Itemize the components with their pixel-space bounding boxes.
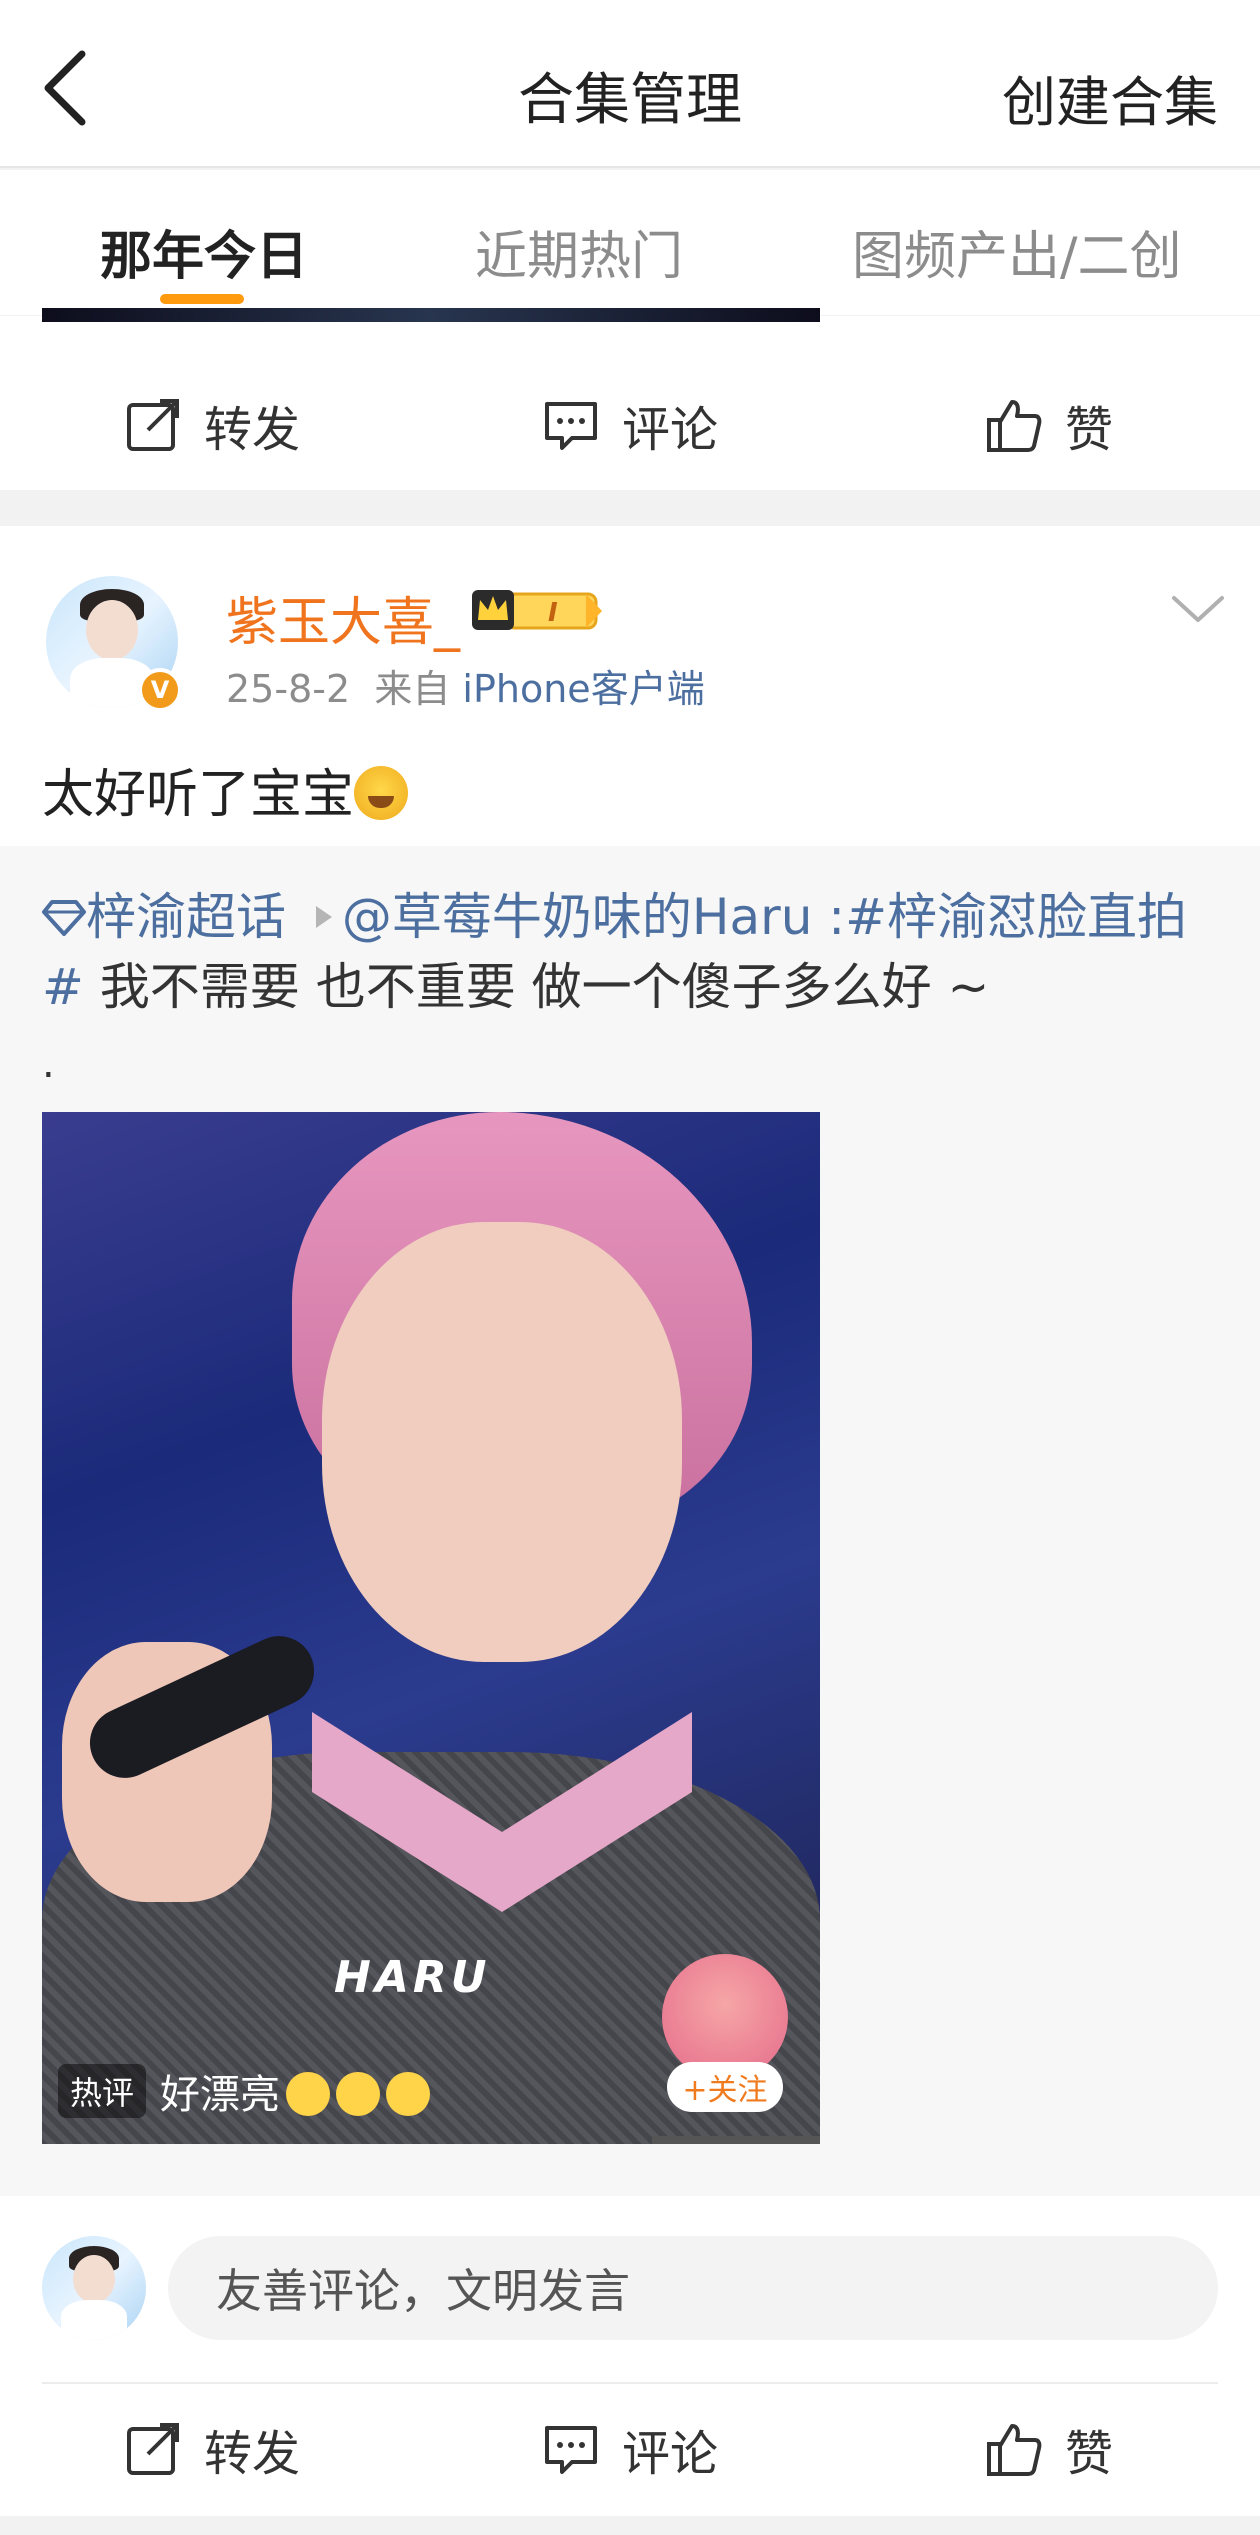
trailing-dot: .	[42, 1041, 55, 1087]
comment-button[interactable]: 评论	[542, 2384, 718, 2514]
video-thumbnail[interactable]: HARU +关注 热评 好漂亮	[42, 1112, 820, 2144]
previous-post-image-edge	[42, 308, 820, 322]
follow-button[interactable]: +关注	[667, 2062, 783, 2112]
share-icon	[127, 399, 179, 451]
author-name[interactable]: 紫玉大喜_	[226, 580, 460, 655]
play-triangle-icon	[315, 906, 332, 928]
post-body: 太好听了宝宝	[42, 752, 409, 827]
repost-label: 转发	[204, 2426, 301, 2482]
action-bar: 转发 评论 赞	[0, 360, 1260, 490]
source-prefix: 来自	[374, 667, 451, 711]
share-icon	[127, 2423, 179, 2475]
like-button[interactable]: 赞	[985, 360, 1113, 490]
video-progress-bar	[652, 2136, 820, 2144]
emoji-icon	[286, 2072, 331, 2116]
repost-button[interactable]: 转发	[124, 2384, 300, 2514]
repost-body: 我不需要 也不重要 做一个傻子多么好 ~	[83, 958, 990, 1016]
comment-row: 友善评论，文明发言	[0, 2196, 1260, 2382]
tab-that-day[interactable]: 那年今日	[100, 214, 308, 289]
photo-face	[322, 1222, 682, 1662]
comment-icon	[545, 2426, 597, 2474]
chevron-down-icon[interactable]	[1168, 590, 1228, 630]
tab-recent-hot[interactable]: 近期热门	[475, 214, 683, 289]
supertopic-link[interactable]: 梓渝超话	[86, 888, 286, 946]
emoji-icon	[386, 2072, 431, 2116]
mention-link[interactable]: @草莓牛奶味的Haru	[342, 888, 812, 946]
post-meta: 25-8-2 来自 iPhone客户端	[226, 658, 705, 713]
level-badge-text: I	[548, 598, 558, 628]
hot-comment-tag: 热评	[58, 2064, 147, 2118]
video-logo-text: HARU	[334, 1952, 491, 2003]
comment-input[interactable]: 友善评论，文明发言	[168, 2236, 1218, 2340]
comment-label: 评论	[622, 402, 719, 458]
like-button[interactable]: 赞	[985, 2384, 1113, 2514]
member-crown-badge-icon: I	[472, 590, 602, 630]
thumbs-up-icon	[987, 400, 1042, 452]
supertopic-diamond-icon	[42, 900, 86, 936]
post-action-bar: 转发 评论 赞	[0, 2384, 1260, 2514]
repost-label: 转发	[204, 402, 301, 458]
tab-bar: 那年今日 近期热门 图频产出/二创	[0, 170, 1260, 315]
tab-creations[interactable]: 图频产出/二创	[852, 214, 1182, 289]
emoji-icon	[336, 2072, 381, 2116]
repost-text: 梓渝超话 @草莓牛奶味的Haru :#梓渝怼脸直拍# 我不需要 也不重要 做一个…	[42, 882, 1222, 1022]
hot-comment-text: 好漂亮	[160, 2062, 431, 2120]
thumbs-up-icon	[987, 2424, 1042, 2476]
active-tab-indicator	[160, 294, 244, 304]
top-bar: 合集管理 创建合集	[0, 0, 1260, 168]
like-label: 赞	[1065, 2426, 1114, 2482]
post-source[interactable]: iPhone客户端	[462, 667, 704, 711]
post-text: 太好听了宝宝	[42, 765, 355, 825]
hot-comment: 热评 好漂亮	[58, 2062, 431, 2120]
reposted-content[interactable]: 梓渝超话 @草莓牛奶味的Haru :#梓渝怼脸直拍# 我不需要 也不重要 做一个…	[0, 846, 1260, 2196]
my-avatar	[42, 2236, 146, 2340]
comment-icon	[545, 402, 597, 450]
post-date: 25-8-2	[226, 667, 351, 711]
repost-button[interactable]: 转发	[124, 360, 300, 490]
separator-text: :	[812, 888, 846, 946]
create-collection-button[interactable]: 创建合集	[1002, 58, 1218, 137]
like-label: 赞	[1065, 402, 1114, 458]
comment-button[interactable]: 评论	[542, 360, 718, 490]
verified-badge-icon: V	[138, 668, 182, 712]
comment-label: 评论	[622, 2426, 719, 2482]
crying-emoji-icon	[354, 766, 409, 820]
previous-post-card: 转发 评论 赞	[0, 316, 1260, 490]
